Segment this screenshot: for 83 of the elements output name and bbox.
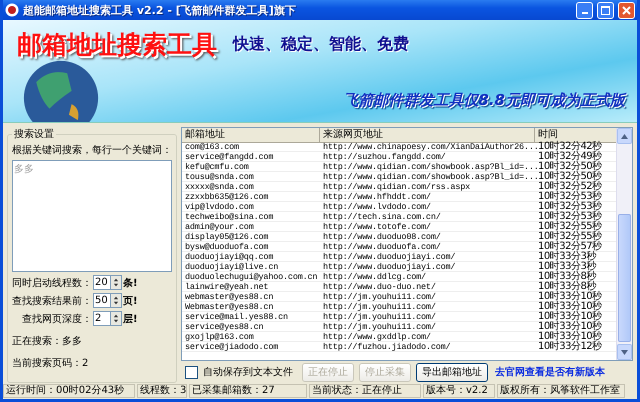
scroll-up-icon[interactable] — [621, 134, 628, 138]
table-cell: http://www.qidian.com/rss.aspx — [320, 182, 535, 192]
table-cell: Webmaster@yes88.cn — [182, 302, 320, 312]
table-cell: http://www.lvdodo.com/ — [320, 202, 535, 212]
table-cell: http://jm.youhui11.com/ — [320, 302, 535, 312]
table-cell: http://fuzhou.jiadodo.com/ — [320, 342, 535, 352]
table-cell: duoduojiayi@qq.com — [182, 252, 320, 262]
spinner-label: 查找搜索结果前： — [12, 294, 92, 308]
table-cell: http://jm.youhui11.com/ — [320, 322, 535, 332]
status-pane: 已采集邮箱数：27 — [189, 384, 307, 398]
keywords-label: 根据关键词搜索，每行一个关键词： — [12, 144, 172, 157]
column-header[interactable]: 来源网页地址 — [320, 128, 535, 143]
table-cell: http://tech.sina.com.cn/ — [320, 212, 535, 222]
table-cell: http://suzhou.fangdd.com/ — [320, 152, 535, 162]
globe-icon — [23, 60, 99, 122]
status-pane: 版权所有：风筝软件工作室 — [497, 384, 625, 398]
table-cell: http://www.hfhddt.com/ — [320, 192, 535, 202]
close-icon — [622, 6, 631, 14]
table-cell: http://www.totofe.com/ — [320, 222, 535, 232]
table-cell: gxojlp@163.com — [182, 332, 320, 342]
spin-buttons[interactable] — [111, 293, 122, 308]
spin-buttons[interactable] — [111, 275, 122, 290]
table-cell: com@163.com — [182, 142, 320, 152]
table-cell: service@yes88.cn — [182, 322, 320, 332]
table-cell: service@mail.yes88.cn — [182, 312, 320, 322]
table-cell: techweibo@sina.com — [182, 212, 320, 222]
table-cell: vip@lvdodo.com — [182, 202, 320, 212]
table-cell: http://jm.youhui11.com/ — [320, 292, 535, 302]
table-cell: webmaster@yes88.cn — [182, 292, 320, 302]
current-page-status: 当前搜索页码：2 — [12, 356, 90, 370]
promo-text: 飞箭邮件群发工具仅8.8元即可成为正式版 — [343, 91, 625, 110]
number-field[interactable]: 20 — [93, 275, 111, 290]
unit-label: 层! — [123, 312, 138, 326]
table-cell: service@fangdd.com — [182, 152, 320, 162]
auto-save-checkbox[interactable]: 自动保存到文本文件 — [185, 365, 293, 379]
maximize-icon — [601, 6, 610, 14]
number-field[interactable]: 50 — [93, 293, 111, 308]
spinner-label: 查找网页深度： — [22, 312, 92, 326]
table-cell: admin@your.com — [182, 222, 320, 232]
window-title: 超能邮箱地址搜索工具 v2.2 - [飞箭邮件群发工具]旗下 — [23, 2, 297, 18]
scroll-down-icon[interactable] — [621, 350, 628, 354]
unit-label: 页! — [123, 294, 138, 308]
maximize-button[interactable] — [597, 2, 614, 18]
table-cell: display05@126.com — [182, 232, 320, 242]
table-cell: http://www.duoduofa.com/ — [320, 242, 535, 252]
spin-buttons[interactable] — [111, 311, 122, 326]
banner-title: 邮箱地址搜索工具 — [17, 29, 217, 61]
unit-label: 条! — [123, 276, 138, 290]
spinner-label: 同时启动线程数： — [12, 276, 92, 290]
column-header[interactable]: 邮箱地址 — [182, 128, 320, 143]
table-cell: tousu@snda.com — [182, 172, 320, 182]
table-cell: http://www.chinapoesy.com/XianDaiAuthor26... — [320, 142, 535, 152]
searching-status: 正在搜索：多多 — [12, 334, 83, 348]
table-cell: http://jm.youhui11.com/ — [320, 312, 535, 322]
table-cell: duoduojiayi@live.cn — [182, 262, 320, 272]
banner-slogan: 快速、稳定、智能、免费 — [233, 34, 409, 55]
status-pane: 运行时间：00时02分43秒 — [3, 384, 135, 398]
update-link[interactable]: 去官网查看是否有新版本 — [495, 365, 605, 379]
table-cell: http://www.duoduo08.com/ — [320, 232, 535, 242]
table-cell: bysw@duoduofa.com — [182, 242, 320, 252]
table-cell: http://www.duoduojiayi.com/ — [320, 252, 535, 262]
close-button[interactable] — [618, 2, 635, 18]
table-cell: lainwire@yeah.net — [182, 282, 320, 292]
app-icon — [5, 3, 19, 17]
table-cell: http://www.ddlcg.com/ — [320, 272, 535, 282]
action-button[interactable]: 导出邮箱地址 — [416, 362, 488, 382]
table-cell: http://www.qidian.com/showbook.asp?Bl_id=... — [320, 162, 535, 172]
minimize-button[interactable] — [576, 2, 593, 18]
table-cell: duoduolechugui@yahoo.com.cn — [182, 272, 320, 282]
table-cell: http://www.gxddlp.com/ — [320, 332, 535, 342]
number-field[interactable]: 2 — [93, 311, 111, 326]
status-pane: 当前状态：正在停止 — [309, 384, 421, 398]
table-cell: zzxxbb635@126.com — [182, 192, 320, 202]
table-cell: http://www.duo-duo.net/ — [320, 282, 535, 292]
table-cell: http://www.qidian.com/showbook.asp?Bl_id=... — [320, 172, 535, 182]
status-pane: 线程数：3 — [137, 384, 187, 398]
table-cell: service@jiadodo.com — [182, 342, 320, 352]
table-cell: http://www.duoduojiayi.com/ — [320, 262, 535, 272]
table-cell: xxxxx@snda.com — [182, 182, 320, 192]
status-pane: 版本号：v2.2 — [423, 384, 495, 398]
table-cell: kefu@cmfu.com — [182, 162, 320, 172]
group-title: 搜索设置 — [12, 127, 56, 141]
scrollbar[interactable] — [616, 128, 632, 360]
